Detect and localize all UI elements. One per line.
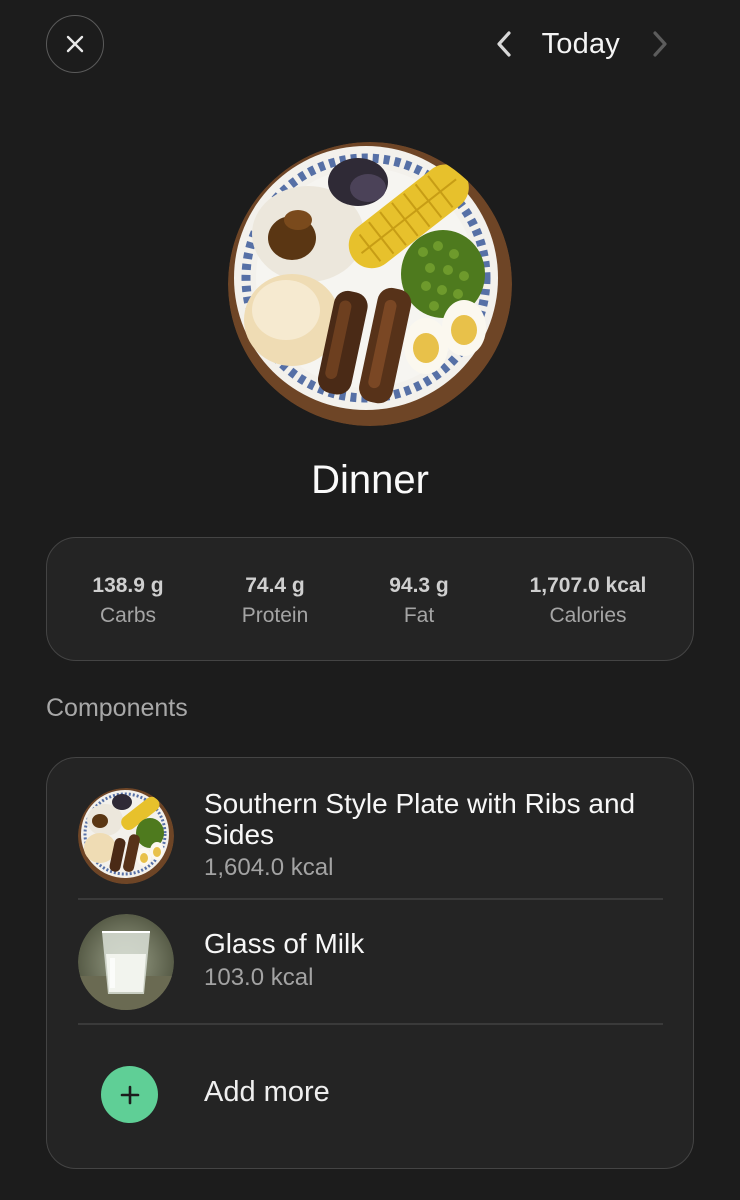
divider — [78, 898, 663, 900]
meal-photo — [228, 142, 512, 426]
component-thumbnail — [78, 788, 174, 884]
divider — [78, 1023, 663, 1025]
macro-label: Calories — [549, 604, 627, 627]
meal-title: Dinner — [311, 458, 429, 502]
chevron-left-icon — [497, 31, 511, 57]
close-icon — [66, 35, 84, 53]
close-button[interactable] — [46, 15, 104, 73]
component-item-plate[interactable]: Southern Style Plate with Ribs and Sides… — [47, 788, 693, 888]
components-card: Southern Style Plate with Ribs and Sides… — [46, 757, 694, 1169]
previous-day-button[interactable] — [484, 22, 524, 66]
add-more-label: Add more — [204, 1076, 330, 1108]
component-kcal: 1,604.0 kcal — [204, 854, 334, 881]
macro-label: Fat — [403, 604, 435, 627]
macros-summary-card: 138.9 g Carbs 74.4 g Protein 94.3 g Fat … — [46, 537, 694, 661]
macro-value: 1,707.0 kcal — [529, 574, 647, 597]
date-label: Today — [541, 27, 620, 60]
component-name: Southern Style Plate with Ribs and Sides — [204, 788, 636, 850]
macro-value: 94.3 g — [389, 574, 449, 597]
component-name: Glass of Milk — [204, 928, 365, 959]
component-kcal: 103.0 kcal — [204, 964, 314, 991]
plus-icon — [120, 1085, 139, 1104]
next-day-button[interactable] — [640, 22, 680, 66]
macro-fat: 94.3 g Fat — [329, 572, 509, 632]
add-more-button[interactable]: Add more — [47, 1058, 693, 1138]
components-section-label: Components — [46, 694, 188, 722]
add-button[interactable] — [101, 1066, 158, 1123]
macro-calories: 1,707.0 kcal Calories — [498, 572, 678, 632]
component-item-milk[interactable]: Glass of Milk 103.0 kcal — [47, 914, 693, 1014]
chevron-right-icon — [653, 31, 667, 57]
component-thumbnail — [78, 914, 174, 1010]
date-navigator: Today — [484, 22, 680, 66]
